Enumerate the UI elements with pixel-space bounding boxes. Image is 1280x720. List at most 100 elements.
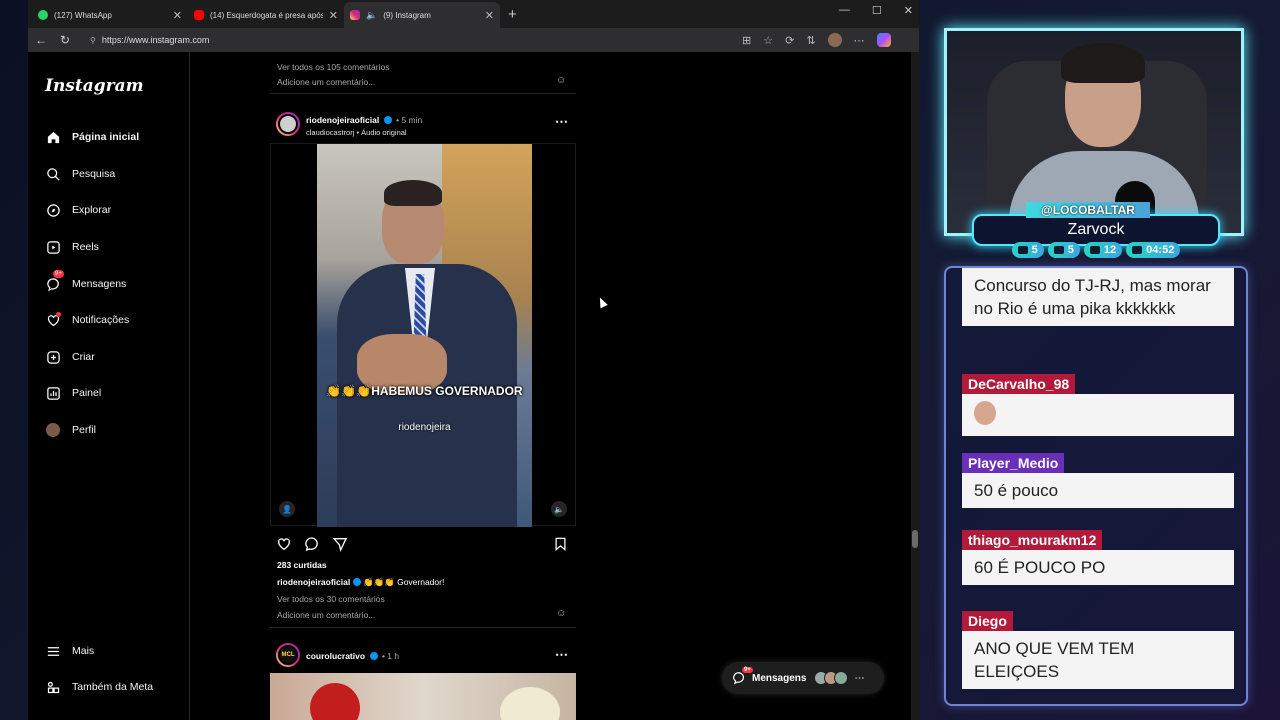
post-username[interactable]: courolucrativo: [306, 651, 365, 661]
messenger-icon: [733, 672, 745, 685]
divider: [270, 93, 576, 94]
video-overlay-watermark: riodenojeira: [398, 422, 451, 433]
caption-text: 👏👏👏 Governador!: [362, 577, 445, 587]
chat-message: Concurso do TJ-RJ, mas morar no Rio é um…: [962, 268, 1234, 326]
viewers-icon: [1089, 246, 1100, 254]
nav-label: Mais: [72, 645, 95, 657]
nav-messages[interactable]: 9+ Mensagens: [45, 270, 126, 292]
stream-chat: Concurso do TJ-RJ, mas morar no Rio é um…: [944, 266, 1248, 706]
meta-apps-icon: [45, 679, 61, 695]
refresh-icon[interactable]: ↻: [58, 33, 72, 47]
favorite-star-icon[interactable]: ☆: [763, 34, 773, 47]
menu-dots-icon[interactable]: ⋯: [854, 34, 865, 47]
view-comments-link[interactable]: Ver todos os 105 comentários: [277, 62, 389, 72]
heart-icon: [45, 312, 61, 328]
toolbar-icons: ⊞ ☆ ⟳ ⇅ ⋯: [742, 33, 891, 47]
site-info-icon[interactable]: ⚲: [90, 36, 96, 45]
split-screen-icon[interactable]: ⇅: [806, 34, 815, 47]
youtube-viewers: 5: [1047, 242, 1080, 258]
chat-message: DeCarvalho_98: [962, 374, 1234, 436]
compass-icon: [45, 202, 61, 218]
streamer-nameplate: Zarvock @LOCOBALTAR 5 5 12 04:52: [972, 202, 1220, 260]
sidebar: Instagram Página inicial Pesquisa Explor…: [28, 52, 190, 720]
emoji-icon[interactable]: ☺: [556, 75, 566, 86]
post-header: MCL courolucrativo • 1 h: [276, 643, 399, 667]
nav-dashboard[interactable]: Painel: [45, 385, 101, 401]
nav-explore[interactable]: Explorar: [45, 202, 111, 218]
nav-profile[interactable]: Perfil: [45, 422, 96, 438]
mute-icon[interactable]: 🔈: [551, 501, 567, 517]
copilot-icon[interactable]: [876, 33, 891, 47]
chart-icon: [45, 385, 61, 401]
nav-also-from-meta[interactable]: Também da Meta: [45, 679, 153, 695]
messages-floating-button[interactable]: 9+ Mensagens ⋯: [722, 662, 884, 694]
close-icon[interactable]: ✕: [173, 9, 182, 22]
post-caption: riodenojeiraoficial 👏👏👏 Governador!: [277, 577, 444, 588]
verified-badge-icon: [352, 578, 361, 586]
url-bar[interactable]: ⚲ https://www.instagram.com: [82, 31, 722, 49]
like-count[interactable]: 283 curtidas: [277, 560, 327, 570]
more-options-icon[interactable]: ⋯: [555, 647, 568, 663]
chat-message: thiago_mourakm12 60 É POUCO PO: [962, 530, 1234, 585]
tab-whatsapp[interactable]: (127) WhatsApp ✕: [32, 2, 188, 28]
instagram-icon: [350, 10, 360, 20]
extensions-icon[interactable]: ⟳: [785, 34, 794, 47]
minimize-icon[interactable]: —: [839, 4, 850, 17]
nav-label: Página inicial: [72, 131, 140, 143]
new-tab-button[interactable]: +: [508, 2, 517, 28]
whatsapp-icon: [38, 10, 48, 20]
post-avatar[interactable]: [276, 111, 300, 136]
hamburger-menu-icon: [45, 643, 61, 659]
close-icon[interactable]: ✕: [485, 9, 494, 22]
nav-more[interactable]: Mais: [45, 643, 94, 659]
app-install-icon[interactable]: ⊞: [742, 34, 751, 47]
chat-username: thiago_mourakm12: [962, 530, 1103, 550]
emoji-icon[interactable]: ☺: [556, 608, 566, 619]
comment-icon[interactable]: [304, 536, 320, 552]
maximize-icon[interactable]: ☐: [872, 4, 882, 17]
speaker-icon[interactable]: 🔈: [366, 10, 377, 21]
tab-instagram[interactable]: 🔈 (9) Instagram ✕: [344, 2, 500, 28]
add-comment-input[interactable]: Adicione um comentário...: [277, 610, 375, 620]
post-media[interactable]: 👏👏👏HABEMUS GOVERNADOR riodenojeira 👤 🔈: [270, 143, 576, 527]
nav-search[interactable]: Pesquisa: [45, 166, 115, 182]
like-heart-icon[interactable]: [276, 536, 292, 552]
nav-notifications[interactable]: Notificações: [45, 312, 129, 328]
notification-badge: 9+: [742, 667, 753, 673]
bookmark-icon[interactable]: [553, 536, 568, 552]
tagged-user-icon[interactable]: 👤: [279, 501, 295, 517]
chat-text: 60 É POUCO PO: [962, 550, 1234, 585]
post-avatar[interactable]: MCL: [276, 643, 300, 667]
stream-stats: 5 5 12 04:52: [972, 242, 1220, 258]
close-icon[interactable]: ✕: [329, 9, 338, 22]
nav-label: Também da Meta: [72, 681, 154, 693]
post-time: • 5 min: [396, 115, 423, 125]
profile-avatar[interactable]: [827, 33, 842, 47]
nav-label: Painel: [72, 387, 102, 399]
post-time: • 1 h: [381, 651, 400, 661]
add-comment-input[interactable]: Adicione um comentário...: [277, 77, 375, 87]
nav-reels[interactable]: Reels: [45, 239, 99, 255]
home-icon: [45, 129, 61, 145]
post-username[interactable]: riodenojeiraoficial: [306, 115, 379, 125]
post-media[interactable]: [270, 673, 576, 720]
share-send-icon[interactable]: [332, 536, 348, 552]
chat-username: Player_Medio: [962, 453, 1065, 473]
more-options-icon[interactable]: ⋯: [555, 114, 568, 130]
instagram-logo[interactable]: Instagram: [45, 76, 144, 96]
nav-home[interactable]: Página inicial: [45, 129, 139, 145]
post-audio-subtitle[interactable]: claudiocastrorj • Áudio original: [306, 128, 422, 137]
tab-youtube[interactable]: (14) Esquerdogata é presa após d ✕: [188, 2, 344, 28]
youtube-icon: [194, 10, 204, 20]
more-dots-icon: ⋯: [854, 672, 865, 684]
caption-username[interactable]: riodenojeiraoficial: [277, 577, 350, 587]
nav-create[interactable]: Criar: [45, 349, 95, 365]
verified-badge-icon: [383, 116, 392, 124]
back-arrow-icon[interactable]: ←: [34, 33, 48, 47]
page-scrollbar[interactable]: [911, 52, 919, 720]
profile-avatar: [45, 422, 61, 438]
close-window-icon[interactable]: ✕: [904, 4, 913, 17]
address-bar-row: ← ↻ ⚲ https://www.instagram.com ⊞ ☆ ⟳ ⇅ …: [28, 28, 919, 52]
emote-icon: [974, 400, 996, 425]
view-comments-link[interactable]: Ver todos os 30 comentários: [277, 594, 385, 604]
